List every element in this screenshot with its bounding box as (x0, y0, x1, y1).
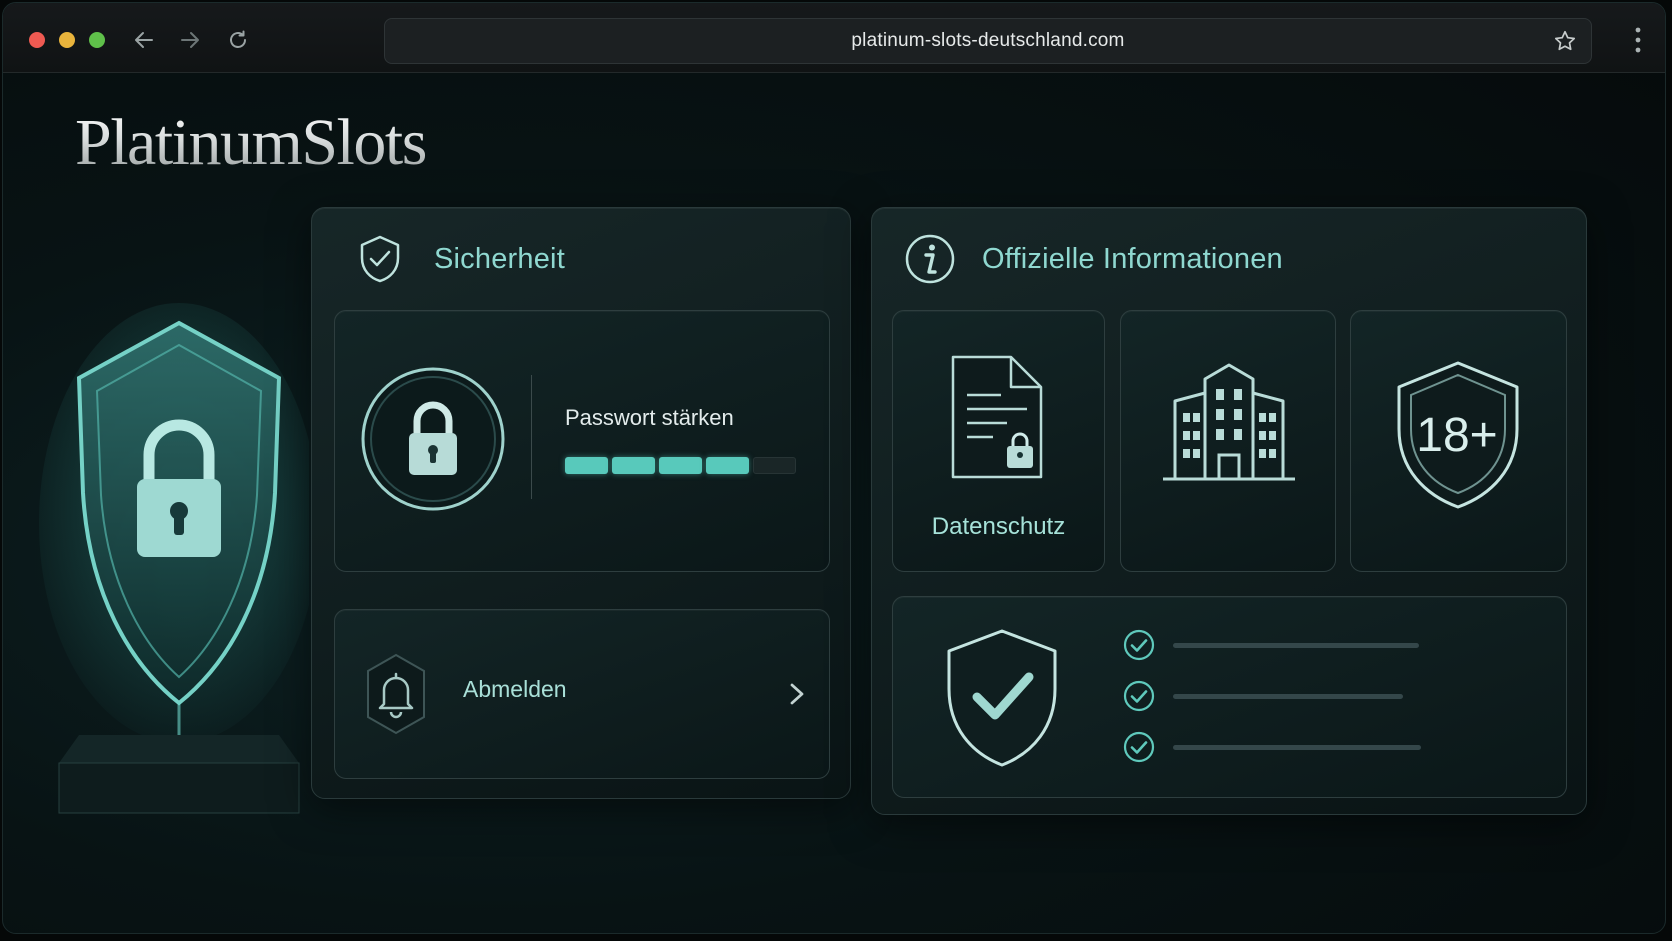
age-badge-text: 18+ (1416, 409, 1497, 462)
back-arrow-icon[interactable] (129, 25, 159, 55)
strength-segment (706, 457, 749, 474)
chevron-right-icon (790, 683, 804, 705)
strength-segment (753, 457, 796, 474)
password-strength-meter (565, 457, 796, 474)
close-window-button[interactable] (29, 32, 45, 48)
official-info-panel: Offizielle Informationen Datenschutz 18+ (871, 207, 1587, 815)
minimize-window-button[interactable] (59, 32, 75, 48)
security-panel-title: Sicherheit (434, 242, 565, 275)
checklist-item (1123, 731, 1421, 763)
official-info-title: Offizielle Informationen (982, 242, 1283, 275)
star-icon[interactable] (1553, 29, 1577, 59)
compliance-checklist-card (892, 596, 1567, 798)
divider (531, 375, 532, 499)
age-restriction-card[interactable]: 18+ (1350, 310, 1567, 572)
privacy-card[interactable]: Datenschutz (892, 310, 1105, 572)
company-info-card[interactable] (1120, 310, 1336, 572)
check-circle-icon (1123, 629, 1155, 661)
checklist-item (1123, 629, 1419, 661)
document-lock-icon (951, 355, 1043, 479)
shield-check-icon (947, 629, 1057, 767)
security-panel-header: Sicherheit (358, 234, 565, 284)
lock-icon (361, 367, 505, 511)
password-strength-label: Passwort stärken (565, 405, 734, 430)
url-text: platinum-slots-deutschland.com (851, 30, 1125, 51)
browser-titlebar: platinum-slots-deutschland.com (3, 3, 1665, 73)
logout-button[interactable]: Abmelden (334, 609, 830, 779)
kebab-menu-icon[interactable] (1633, 25, 1643, 55)
checklist-line (1173, 642, 1419, 648)
reload-icon[interactable] (223, 25, 253, 55)
security-panel: Sicherheit Passwort stärken Abmelden (311, 207, 851, 799)
strength-segment (659, 457, 702, 474)
checklist-line (1173, 744, 1421, 750)
maximize-window-button[interactable] (89, 32, 105, 48)
info-icon (905, 234, 955, 284)
forward-arrow-icon[interactable] (175, 25, 205, 55)
privacy-label: Datenschutz (931, 513, 1066, 540)
building-icon (1163, 363, 1295, 481)
address-bar[interactable]: platinum-slots-deutschland.com (384, 18, 1592, 64)
checklist-item (1123, 680, 1403, 712)
strength-segment (612, 457, 655, 474)
bell-icon (367, 653, 425, 735)
logout-label: Abmelden (463, 676, 567, 702)
check-circle-icon (1123, 680, 1155, 712)
browser-window: platinum-slots-deutschland.com PlatinumS… (2, 2, 1666, 934)
shield-check-icon (360, 235, 400, 283)
check-circle-icon (1123, 731, 1155, 763)
hero-shield-lock-icon (39, 303, 309, 814)
brand-logo[interactable]: PlatinumSlots (75, 105, 427, 181)
page-content: PlatinumSlots Sicherheit Passwort stärke… (3, 73, 1665, 933)
strength-segment (565, 457, 608, 474)
age-shield-icon: 18+ (1397, 361, 1519, 509)
official-info-header: Offizielle Informationen (904, 234, 1283, 284)
checklist-line (1173, 693, 1403, 699)
password-strength-card[interactable]: Passwort stärken (334, 310, 830, 572)
